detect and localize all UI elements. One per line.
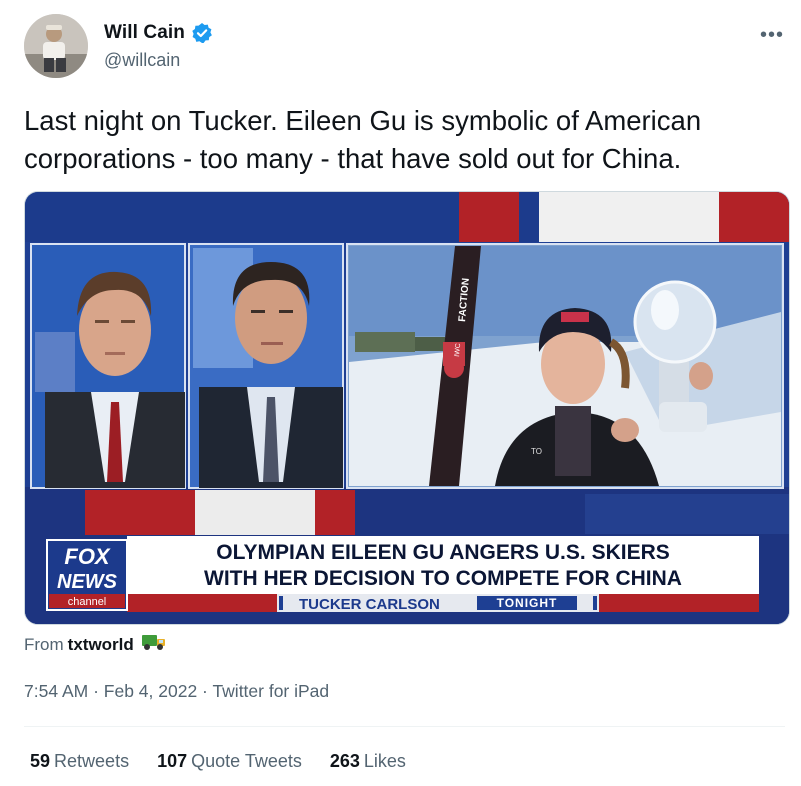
show-suffix-text: TONIGHT xyxy=(497,596,558,610)
more-options-icon[interactable]: ••• xyxy=(760,24,784,47)
likes-count: 263 xyxy=(329,751,360,771)
source-prefix: From xyxy=(24,634,64,654)
ski-brand-text-2: IWC xyxy=(454,343,462,357)
chyron-line-1: OLYMPIAN EILEEN GU ANGERS U.S. SKIERS xyxy=(216,541,670,564)
logo-channel-text: channel xyxy=(68,596,107,608)
retweets-stat[interactable]: 59 Retweets xyxy=(30,751,129,772)
name-row: Will Cain xyxy=(104,22,213,44)
tweet-header: Will Cain @willcain ••• xyxy=(24,14,784,78)
quote-tweets-count: 107 xyxy=(157,751,188,771)
tweet-meta: 7:54 AMFeb 4, 2022Twitter for iPad xyxy=(24,681,329,702)
host-panel xyxy=(30,243,186,489)
news-chyron: OLYMPIAN EILEEN GU ANGERS U.S. SKIERS WI… xyxy=(127,536,759,613)
retweets-label: Retweets xyxy=(54,751,130,771)
jacket-text: TO xyxy=(531,447,542,456)
divider xyxy=(24,726,785,727)
guest-panel xyxy=(188,243,344,489)
tweet-text: Last night on Tucker. Eileen Gu is symbo… xyxy=(24,105,702,174)
retweets-count: 59 xyxy=(30,751,51,771)
tweet-stats: 59 Retweets 107 Quote Tweets 263 Likes xyxy=(30,751,406,772)
quote-tweets-label: Quote Tweets xyxy=(191,751,302,771)
chyron-line-2: WITH HER DECISION TO COMPETE FOR CHINA xyxy=(204,567,682,590)
skier-photo-panel: FACTION IWC TO xyxy=(346,243,784,489)
source-name[interactable]: txtworld xyxy=(68,635,134,655)
truck-emoji-icon xyxy=(141,632,167,657)
tweet-time[interactable]: 7:54 AM xyxy=(24,681,88,701)
user-handle[interactable]: @willcain xyxy=(104,50,180,71)
avatar[interactable] xyxy=(24,14,88,78)
logo-fox-text: FOX xyxy=(64,544,111,569)
quote-tweets-stat[interactable]: 107 Quote Tweets xyxy=(157,751,302,772)
tweet-client[interactable]: Twitter for iPad xyxy=(197,681,329,701)
show-name-text: TUCKER CARLSON xyxy=(299,596,440,613)
tweet-media-image[interactable]: FACTION IWC TO OLYMPIAN EILEEN GU ANGERS… xyxy=(24,191,790,625)
tweet-date[interactable]: Feb 4, 2022 xyxy=(88,681,197,701)
display-name[interactable]: Will Cain xyxy=(104,22,185,44)
likes-label: Likes xyxy=(363,751,406,771)
tweet-source: From txtworld xyxy=(24,632,167,657)
fox-news-logo: FOX NEWS channel xyxy=(46,539,128,611)
likes-stat[interactable]: 263 Likes xyxy=(330,751,406,772)
verified-badge-icon xyxy=(191,22,213,44)
logo-news-text: NEWS xyxy=(57,571,118,593)
